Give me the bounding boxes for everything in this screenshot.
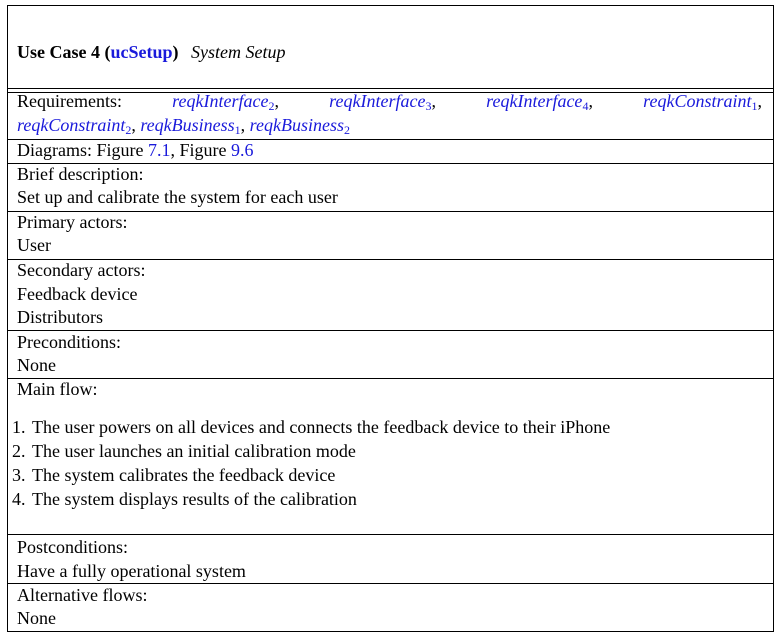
brief-description-text: Set up and calibrate the system for each… [17, 187, 338, 207]
brief-description-label: Brief description: [17, 164, 144, 184]
requirement-link[interactable]: reqkBusiness2 [250, 115, 350, 136]
divider [8, 88, 773, 89]
divider [8, 534, 773, 535]
use-case-name: System Setup [191, 42, 286, 62]
alternative-flows-text: None [17, 608, 56, 628]
requirements-label: Requirements: [17, 91, 122, 111]
requirement-link[interactable]: reqkInterface2, [172, 90, 279, 113]
requirements-row: Requirements: reqkInterface2, reqkInterf… [17, 90, 762, 113]
diagrams-sep: , Figure [170, 140, 227, 160]
preconditions-label: Preconditions: [17, 332, 121, 352]
secondary-actors-label: Secondary actors: [17, 260, 146, 280]
main-flow-label: Main flow: [17, 379, 98, 399]
use-case-id-link[interactable]: ucSetup [111, 42, 173, 62]
requirement-link[interactable]: reqkInterface4, [486, 90, 593, 113]
alternative-flows-label: Alternative flows: [17, 585, 148, 605]
diagrams-row: Diagrams: Figure 7.1, Figure 9.6 [17, 139, 253, 162]
divider [8, 378, 773, 379]
primary-actors-label: Primary actors: [17, 212, 128, 232]
main-flow-step: 1. The user powers on all devices and con… [12, 417, 611, 437]
main-flow-step: 3. The system calibrates the feedback dev… [12, 465, 336, 485]
figure-link[interactable]: 9.6 [231, 140, 254, 160]
postconditions-label: Postconditions: [17, 537, 129, 557]
use-case-table: Use Case 4 (ucSetup) System Setup Requir… [7, 5, 774, 632]
figure-link[interactable]: 7.1 [148, 140, 171, 160]
use-case-title: Use Case 4 (ucSetup) System Setup [17, 42, 286, 62]
secondary-actor: Feedback device [17, 284, 138, 304]
primary-actor: User [17, 235, 51, 255]
diagrams-label: Diagrams: Figure [17, 140, 144, 160]
main-flow-step: 4. The system displays results of the cal… [12, 489, 357, 509]
postconditions-text: Have a fully operational system [17, 561, 246, 581]
requirement-link[interactable]: reqkBusiness1 [140, 115, 240, 136]
use-case-label: Use Case 4 [17, 42, 100, 62]
requirements-row-2: reqkConstraint2, reqkBusiness1, reqkBusi… [17, 115, 350, 137]
main-flow-step: 2. The user launches an initial calibrati… [12, 441, 356, 461]
secondary-actor: Distributors [17, 307, 104, 327]
requirement-link[interactable]: reqkInterface3, [329, 90, 436, 113]
requirement-link[interactable]: reqkConstraint1, [643, 90, 762, 113]
requirement-link[interactable]: reqkConstraint2 [17, 115, 131, 136]
preconditions-text: None [17, 355, 56, 375]
divider [8, 330, 773, 331]
